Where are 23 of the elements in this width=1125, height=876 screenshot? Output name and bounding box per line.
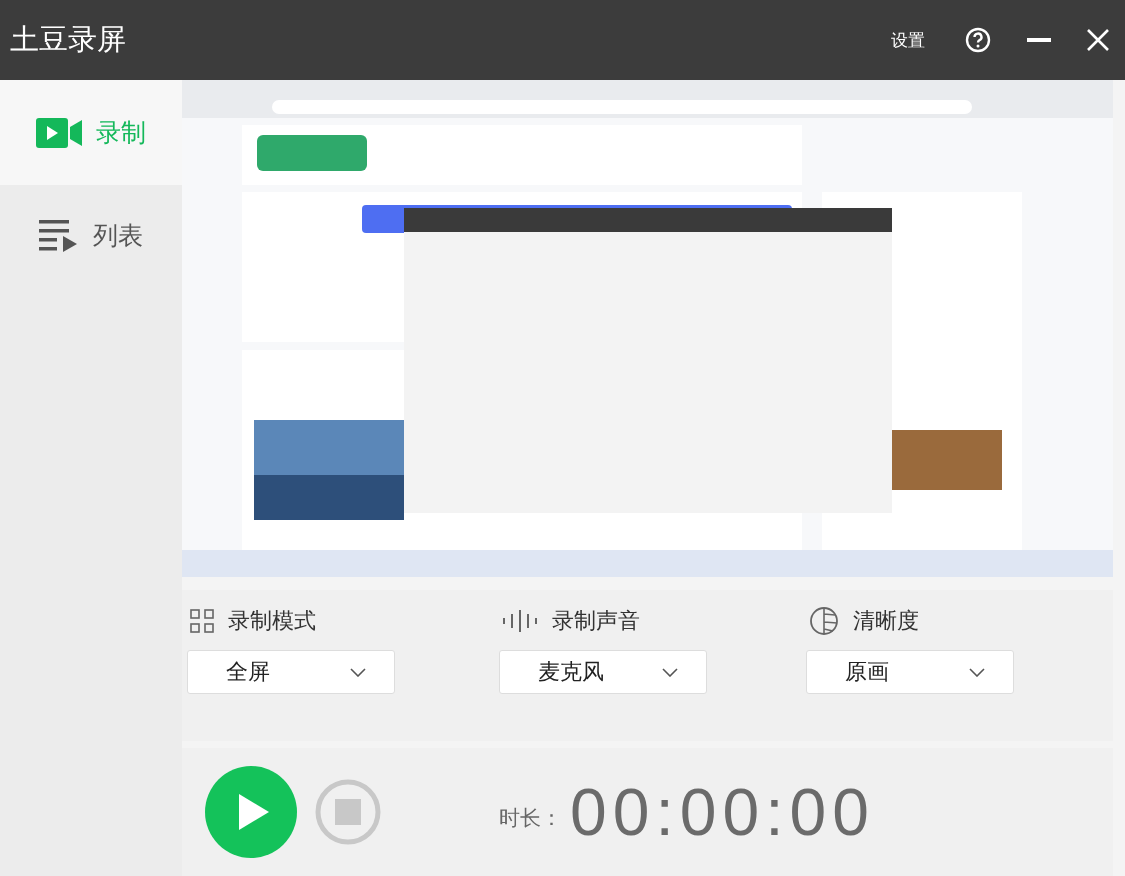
dropdown[interactable]: 原画 [806,650,1014,694]
play-button[interactable] [205,766,297,858]
window-title: 土豆录屏 [10,21,126,58]
close-icon[interactable] [1087,29,1109,51]
dropdown[interactable]: 全屏 [187,650,395,694]
option-label: 录制声音 [552,607,640,635]
option-label: 录制模式 [228,607,316,635]
sidebar-item[interactable]: 列表 [0,185,182,285]
video-camera-icon [36,116,82,149]
chevron-down-icon [350,667,366,677]
option-label: 清晰度 [853,607,919,635]
chevron-down-icon [662,667,678,677]
sound-wave-icon [502,609,538,633]
chevron-down-icon [969,667,985,677]
grid-icon [190,609,214,633]
stop-button[interactable] [315,779,381,845]
list-icon [39,218,79,252]
duration-timer: 00:00:00 [570,774,875,850]
help-icon[interactable] [965,27,991,53]
duration-label: 时长： [499,805,562,832]
dropdown[interactable]: 麦克风 [499,650,707,694]
aperture-icon [809,606,839,636]
settings-button[interactable]: 设置 [891,28,925,52]
